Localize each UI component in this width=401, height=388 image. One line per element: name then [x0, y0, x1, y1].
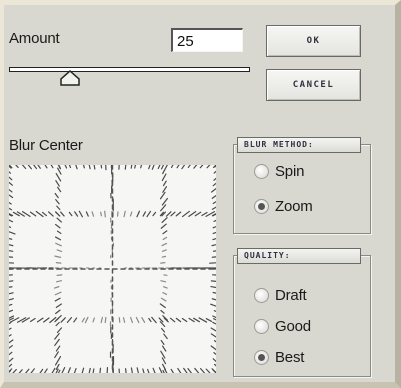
blur-center-label: Blur Center [9, 137, 83, 154]
radio-label-draft: Draft [275, 286, 307, 304]
radio-good[interactable]: Good [254, 315, 311, 337]
radio-best[interactable]: Best [254, 346, 304, 368]
amount-label: Amount [9, 30, 60, 47]
radio-button-draft[interactable] [254, 287, 269, 303]
quality-group: QUALITY: Draft Good Best [233, 248, 371, 377]
radio-draft[interactable]: Draft [254, 284, 307, 306]
radio-label-good: Good [275, 317, 311, 335]
amount-input[interactable] [171, 28, 243, 52]
radio-spin[interactable]: Spin [254, 160, 304, 182]
radio-label-zoom: Zoom [275, 197, 313, 215]
quality-title: QUALITY: [237, 248, 361, 264]
amount-slider-track[interactable] [9, 67, 250, 72]
ok-button[interactable]: OK [266, 25, 361, 57]
amount-slider-thumb[interactable] [59, 70, 81, 86]
radio-label-best: Best [275, 348, 305, 366]
blur-method-group: BLUR METHOD: Spin Zoom [233, 137, 371, 234]
radio-button-spin[interactable] [254, 163, 269, 179]
radio-label-spin: Spin [275, 162, 305, 180]
blur-center-preview[interactable] [9, 165, 216, 373]
radio-zoom[interactable]: Zoom [254, 195, 313, 217]
radio-button-good[interactable] [254, 318, 269, 334]
radio-button-best[interactable] [254, 349, 269, 365]
blur-method-title: BLUR METHOD: [237, 137, 361, 153]
cancel-button[interactable]: CANCEL [266, 69, 361, 101]
radio-button-zoom[interactable] [254, 198, 269, 214]
